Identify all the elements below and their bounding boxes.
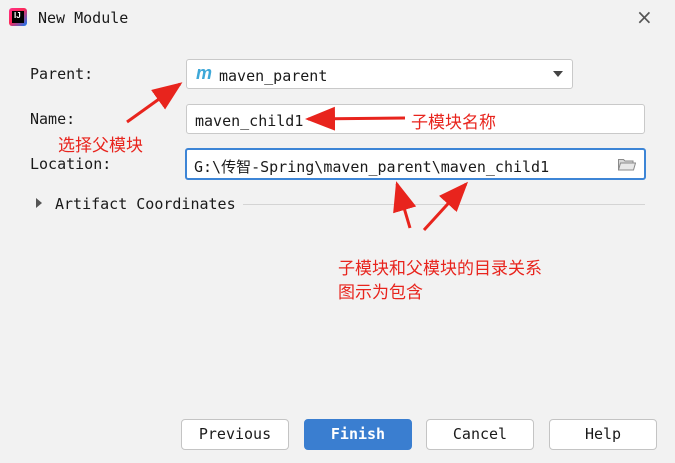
annotation-child-name: 子模块名称 [411, 113, 496, 133]
annotation-relation-line1: 子模块和父模块的目录关系 [338, 259, 542, 279]
annotation-relation-line2: 图示为包含 [338, 283, 423, 303]
arrow-to-name [305, 106, 406, 131]
arrow-to-parent [126, 82, 183, 124]
arrow-to-location-child [422, 181, 469, 232]
annotation-arrows [126, 82, 469, 232]
annotation-select-parent: 选择父模块 [58, 136, 143, 156]
arrow-to-location-parent [393, 181, 417, 229]
